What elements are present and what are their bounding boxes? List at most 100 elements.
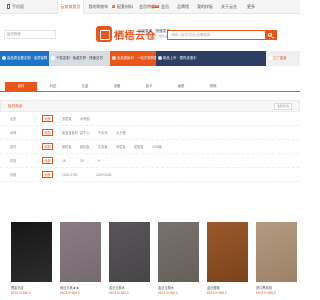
- filter-option[interactable]: 密度板: [134, 144, 152, 149]
- product-card[interactable]: 黑金石纹 ¥103.0+536.0: [11, 222, 52, 300]
- top-nav-item-label: 我的购物车: [88, 3, 109, 9]
- top-nav-item[interactable]: 会员特权 HOT: [137, 4, 159, 10]
- filter-option[interactable]: 1220*2440: [96, 173, 130, 177]
- category-tab[interactable]: 封边: [37, 82, 69, 91]
- filter-option[interactable]: 多层板: [116, 144, 134, 149]
- top-nav-item-label: 我的样板: [197, 3, 213, 9]
- filter-option[interactable]: 颗粒板: [62, 144, 80, 149]
- top-nav-item[interactable]: 云商城首页: [57, 0, 84, 14]
- promo-banner-text: 工厂直营: [273, 56, 287, 60]
- filter-option[interactable]: 生态板: [98, 144, 116, 149]
- product-card[interactable]: 金丝玉檀木 ¥103.0+365.0: [109, 222, 150, 300]
- filter-option-all[interactable]: 全部: [42, 171, 53, 178]
- filter-row-label: 厚度: [10, 159, 17, 163]
- top-nav-item[interactable]: 会员: [157, 4, 173, 10]
- filter-option[interactable]: 25: [80, 159, 98, 163]
- product-image[interactable]: [60, 222, 101, 282]
- filter-option[interactable]: 多层板: [62, 116, 80, 121]
- search-box: 请输入板材/花色/品牌搜索: [167, 30, 277, 40]
- filter-row-label: 规格: [10, 173, 17, 177]
- mobile-version-label: 手机版: [12, 3, 24, 9]
- product-card[interactable]: 进口黑胡桃 ¥103.0+365.0: [256, 222, 297, 300]
- product-image[interactable]: [11, 222, 52, 282]
- promo-banner[interactable]: 高品质全屋定制 · 品质保障 · 源头工厂: [0, 51, 49, 66]
- top-nav-item[interactable]: 配套材料: [113, 4, 137, 10]
- top-nav-item-label: 配套材料: [117, 3, 133, 9]
- promo-banner[interactable]: 工厂直营: [266, 51, 300, 66]
- product-name[interactable]: 金丝玉檀木: [109, 285, 150, 290]
- filter-option[interactable]: 1220*2750: [62, 173, 96, 177]
- search-input[interactable]: 请输入板材/花色/品牌搜索: [168, 31, 265, 39]
- filter-option[interactable]: 大王椰: [116, 130, 134, 135]
- category-tabs: 板材 封边 五金 设备 色卡 画册 其他: [0, 82, 300, 92]
- mobile-version-link[interactable]: 手机版: [0, 4, 57, 10]
- top-nav-item-label: 关于云仓: [221, 3, 237, 9]
- product-image[interactable]: [256, 222, 297, 282]
- category-tab[interactable]: 五金: [69, 82, 101, 91]
- filter-option-all[interactable]: 全部: [42, 129, 53, 136]
- top-nav-item[interactable]: 品牌馆: [173, 4, 193, 10]
- filter-option[interactable]: 千年舟: [98, 130, 116, 135]
- product-price: ¥103.0+365.0: [207, 291, 227, 295]
- product-name[interactable]: 进口黑胡桃: [256, 285, 297, 290]
- filter-option[interactable]: 欧松板: [80, 144, 98, 149]
- product-name[interactable]: 雨丝卡其★★: [60, 285, 101, 290]
- category-tab[interactable]: 设备: [101, 82, 133, 91]
- product-card[interactable]: 雨丝卡其★★ ¥103.0+365.0: [60, 222, 101, 300]
- promo-banner[interactable]: 新品上市 · 限时优惠中: [156, 51, 266, 66]
- top-nav-item-label: 品牌馆: [177, 3, 189, 9]
- filter-option[interactable]: 9: [98, 159, 116, 163]
- product-name[interactable]: 金丝玉檀木: [158, 285, 199, 290]
- product-image[interactable]: [207, 222, 248, 282]
- collapse-filter-button[interactable]: 收起筛选: [273, 102, 292, 110]
- promo-banner[interactable]: 个性定制 · 免费打样 · 快速交付: [49, 51, 110, 66]
- promo-banner-text: 高品质全屋定制 · 品质保障 · 源头工厂: [7, 56, 49, 60]
- product-price: ¥103.0+365.0: [60, 291, 80, 295]
- promo-banner-text: 新品上市 · 限时优惠中: [163, 56, 197, 60]
- filter-option-all[interactable]: 全部: [42, 157, 53, 164]
- product-name[interactable]: 黑金石纹: [11, 285, 52, 290]
- product-name[interactable]: 金丝樱桃: [207, 285, 248, 290]
- filter-row-label: 品牌: [10, 131, 17, 135]
- filter-option[interactable]: 木饰面: [80, 116, 98, 121]
- promo-banner-text: 个性定制 · 免费打样 · 快速交付: [56, 56, 103, 60]
- store-select[interactable]: 板材商城: [4, 30, 56, 39]
- panel-title: 板材商品: [8, 103, 23, 108]
- product-price: ¥103.0+365.0: [158, 291, 178, 295]
- filter-option[interactable]: 莫干山: [80, 130, 98, 135]
- filter-panel: 板材商品 收起筛选 品类 全部 多层板 木饰面 品牌 全部 兔宝宝板材 莫干山 千年舟 大王椰 基材…: [0, 100, 300, 200]
- filter-option[interactable]: 18: [62, 159, 80, 163]
- filter-option[interactable]: OSB板: [152, 144, 170, 149]
- filter-row: 规格 全部 1220*2750 1220*2440: [0, 168, 300, 182]
- category-tab[interactable]: 画册: [165, 82, 197, 91]
- filter-option-all[interactable]: 全部: [42, 115, 53, 122]
- banner-icon: [158, 56, 162, 60]
- top-nav-item[interactable]: 关于云仓: [217, 4, 241, 10]
- product-card[interactable]: 金丝樱桃 ¥103.0+365.0: [207, 222, 248, 300]
- top-nav-item[interactable]: 更多: [241, 4, 261, 10]
- category-tab[interactable]: 色卡: [133, 82, 165, 91]
- top-nav-item-label: 云商城首页: [60, 3, 81, 9]
- filter-option-all[interactable]: 全部: [42, 143, 53, 150]
- product-card[interactable]: 金丝玉檀木 ¥103.0+365.0: [158, 222, 199, 300]
- top-nav-item[interactable]: 我的购物车 0: [84, 3, 115, 10]
- search-button[interactable]: [265, 31, 276, 39]
- promo-banner[interactable]: 全品类板材 · 一站式采购服务: [110, 51, 156, 66]
- filter-row: 厚度 全部 18 25 9: [0, 154, 300, 168]
- product-image[interactable]: [158, 222, 199, 282]
- top-nav-item-label: 会员: [161, 3, 169, 9]
- promo-banner-row: 高品质全屋定制 · 品质保障 · 源头工厂 个性定制 · 免费打样 · 快速交付 全…: [0, 51, 300, 66]
- filter-option[interactable]: 兔宝宝板材: [62, 130, 80, 135]
- product-image[interactable]: [109, 222, 150, 282]
- filter-row: 基材 全部 颗粒板 欧松板 生态板 多层板 密度板 OSB板: [0, 140, 300, 154]
- logo-icon[interactable]: [96, 26, 112, 42]
- product-grid: 黑金石纹 ¥103.0+536.0 雨丝卡其★★ ¥103.0+365.0 金丝玉檀木 ¥…: [0, 222, 300, 300]
- banner-icon: [112, 56, 116, 60]
- header: 板材商城 栖梧云仓 正品直供 · 快速发货 全屋定制板材一站式采购 请输入板材/…: [0, 22, 300, 48]
- filter-row-label: 基材: [10, 145, 17, 149]
- category-tab[interactable]: 板材: [5, 82, 37, 91]
- product-price: ¥103.0+536.0: [11, 291, 31, 295]
- top-nav-item[interactable]: 我的样板: [193, 4, 217, 10]
- product-price: ¥103.0+365.0: [256, 291, 276, 295]
- category-tab[interactable]: 其他: [197, 82, 229, 91]
